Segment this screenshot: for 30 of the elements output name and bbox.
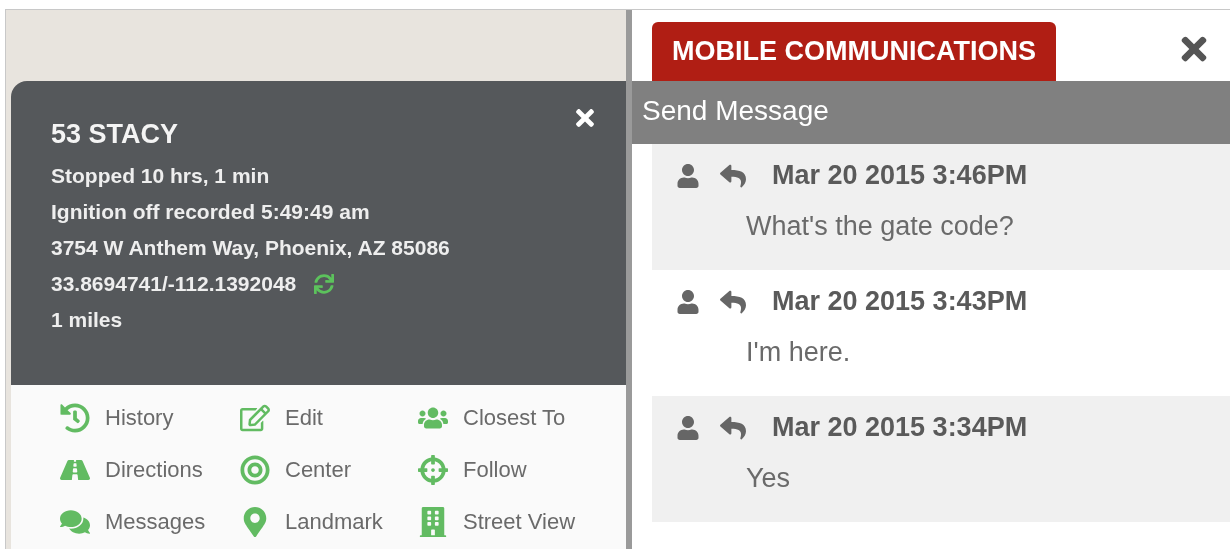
action-link[interactable]: Directions [55, 451, 235, 489]
send-message-bar[interactable]: Send Message [632, 81, 1230, 144]
vehicle-name: 53 STACY [51, 119, 180, 150]
action-link[interactable]: Follow [413, 451, 613, 489]
action-link[interactable]: Messages [55, 503, 235, 541]
reply-icon[interactable] [720, 162, 746, 189]
vehicle-detail: Stopped 10 hrs, 1 min [51, 163, 271, 189]
action-link[interactable]: Landmark [235, 503, 413, 541]
message-time: Mar 20 2015 3:46PM [772, 160, 1028, 191]
action-link[interactable]: Edit [235, 399, 413, 437]
coordinates: 33.8694741/-112.1392048 [51, 271, 297, 297]
message-text: I'm here. [746, 337, 852, 368]
panel-tab[interactable]: MOBILE COMMUNICATIONS [652, 22, 1056, 81]
reply-icon[interactable] [720, 414, 746, 441]
user-icon [676, 415, 700, 440]
action-link[interactable]: Closest To [413, 399, 613, 437]
refresh-icon[interactable] [314, 274, 335, 294]
reply-icon[interactable] [720, 288, 746, 315]
action-link[interactable]: Center [235, 451, 413, 489]
distance: 1 miles [51, 307, 124, 333]
user-icon [676, 163, 700, 188]
action-link[interactable]: Street View [413, 503, 613, 541]
vehicle-detail: Ignition off recorded 5:49:49 am [51, 199, 371, 225]
message-text: Yes [746, 463, 792, 494]
message-time: Mar 20 2015 3:34PM [772, 412, 1028, 443]
action-link[interactable]: History [55, 399, 235, 437]
message-time: Mar 20 2015 3:43PM [772, 286, 1028, 317]
user-icon [676, 289, 700, 314]
vehicle-detail: 3754 W Anthem Way, Phoenix, AZ 85086 [51, 235, 451, 261]
message-text: What's the gate code? [746, 211, 1015, 242]
